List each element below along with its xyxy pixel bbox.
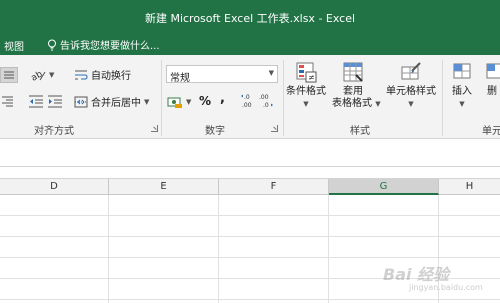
increase-indent-icon (48, 95, 62, 108)
format-as-table-button[interactable]: 套用 表格格式 ▼ (332, 61, 381, 110)
accounting-icon (167, 97, 182, 108)
cell-styles-button[interactable]: 单元格样式 ▼ (384, 61, 438, 110)
column-header-h[interactable]: H (439, 179, 500, 195)
comma-style-button[interactable]: , (220, 91, 225, 106)
number-group-label: 数字 (205, 126, 225, 137)
decrease-indent-button[interactable] (28, 94, 44, 108)
decrease-decimal-button[interactable]: .00 .0 (258, 93, 274, 109)
chevron-down-icon: ▼ (375, 100, 381, 108)
number-format-select[interactable]: 常规 ▼ (166, 65, 278, 84)
number-launcher-icon[interactable] (271, 125, 278, 132)
number-format-value: 常规 (170, 73, 190, 84)
merge-center-button[interactable]: 合并后居中 ▼ (74, 94, 149, 109)
percent-style-button[interactable]: % (199, 94, 211, 108)
conditional-formatting-label: 条件格式 (286, 86, 326, 97)
title-bar: 新建 Microsoft Excel 工作表.xlsx - Excel (0, 0, 500, 33)
wrap-text-button[interactable]: 自动换行 (74, 67, 131, 82)
chevron-down-icon: ▼ (303, 100, 309, 108)
lightbulb-icon (48, 39, 56, 50)
chevron-down-icon: ▼ (268, 69, 274, 77)
format-as-table-icon (343, 62, 363, 82)
format-as-table-label-2: 表格格式 (332, 98, 372, 109)
accounting-format-button[interactable]: ▼ (167, 95, 191, 109)
column-header-e[interactable]: E (109, 179, 219, 195)
grid-line (108, 195, 109, 303)
grid-line (218, 195, 219, 303)
grid-line (0, 236, 500, 237)
chevron-down-icon: ▼ (186, 98, 192, 106)
decrease-decimal-icon: .00 .0 (259, 94, 273, 109)
tab-view[interactable]: 视图 (4, 38, 24, 53)
column-header-d[interactable]: D (0, 179, 109, 195)
ribbon: ab ▼ 自动换行 合并后居中 ▼ 对齐方式 常规 ▼ ▼ % , .0 .00… (0, 55, 500, 139)
chevron-down-icon: ▼ (144, 97, 150, 106)
styles-group-label: 样式 (350, 126, 370, 137)
svg-text:≠: ≠ (308, 73, 315, 82)
grid-line (0, 299, 500, 300)
column-header-g[interactable]: G (329, 179, 439, 195)
svg-text:.0: .0 (244, 94, 250, 101)
svg-text:.00: .00 (242, 102, 252, 109)
cells-group-label: 单元 (482, 126, 500, 137)
decrease-indent-icon (29, 95, 43, 108)
orientation-button[interactable]: ab ▼ (30, 68, 54, 82)
chevron-down-icon: ▼ (408, 100, 414, 108)
grid-line (328, 195, 329, 303)
align-right-icon (2, 96, 13, 107)
tell-me-placeholder: 告诉我您想要做什么... (60, 41, 160, 52)
tell-me-box[interactable]: 告诉我您想要做什么... (47, 37, 160, 52)
format-as-table-label-1: 套用 (343, 86, 363, 97)
group-divider (442, 60, 443, 136)
merge-center-icon (74, 96, 88, 107)
grid-line (0, 257, 500, 258)
delete-cells-button[interactable]: 删 (484, 61, 500, 98)
wrap-text-icon (75, 70, 88, 79)
chevron-down-icon: ▼ (459, 100, 465, 108)
increase-indent-button[interactable] (47, 94, 63, 108)
align-middle-icon (0, 67, 18, 83)
align-middle-button[interactable] (0, 67, 18, 83)
increase-decimal-icon: .0 .00 (241, 94, 252, 109)
insert-cells-label: 插入 (452, 86, 472, 97)
align-right-button[interactable] (0, 94, 14, 108)
watermark-logo: Bai 经验 (383, 265, 450, 284)
text-orientation-icon: ab (30, 69, 46, 82)
group-divider (283, 60, 284, 136)
conditional-formatting-icon: ≠ (296, 62, 317, 83)
merge-center-label: 合并后居中 (91, 98, 141, 109)
delete-cells-icon (486, 63, 500, 79)
grid-line (0, 215, 500, 216)
cell-styles-icon (401, 62, 421, 80)
insert-cells-button[interactable]: 插入 ▼ (448, 61, 476, 110)
watermark-url: jingyan.baidu.com (409, 283, 483, 292)
delete-cells-label: 删 (487, 86, 497, 97)
svg-text:.0: .0 (263, 102, 269, 109)
insert-cells-icon (453, 63, 471, 79)
group-divider (161, 60, 162, 136)
wrap-text-label: 自动换行 (91, 71, 131, 82)
window-title: 新建 Microsoft Excel 工作表.xlsx - Excel (144, 12, 356, 25)
alignment-group-label: 对齐方式 (34, 126, 74, 137)
conditional-formatting-button[interactable]: ≠ 条件格式 ▼ (286, 61, 326, 110)
alignment-launcher-icon[interactable] (151, 125, 158, 132)
sheet-top-gap (0, 167, 500, 178)
svg-text:.00: .00 (259, 94, 269, 101)
formula-bar (0, 140, 500, 167)
column-header-f[interactable]: F (219, 179, 329, 195)
column-header-row: D E F G H (0, 178, 500, 195)
chevron-down-icon: ▼ (49, 71, 55, 79)
cell-styles-label: 单元格样式 (386, 86, 436, 97)
increase-decimal-button[interactable]: .0 .00 (240, 93, 256, 109)
ribbon-tab-bar: 视图 告诉我您想要做什么... (0, 33, 500, 55)
